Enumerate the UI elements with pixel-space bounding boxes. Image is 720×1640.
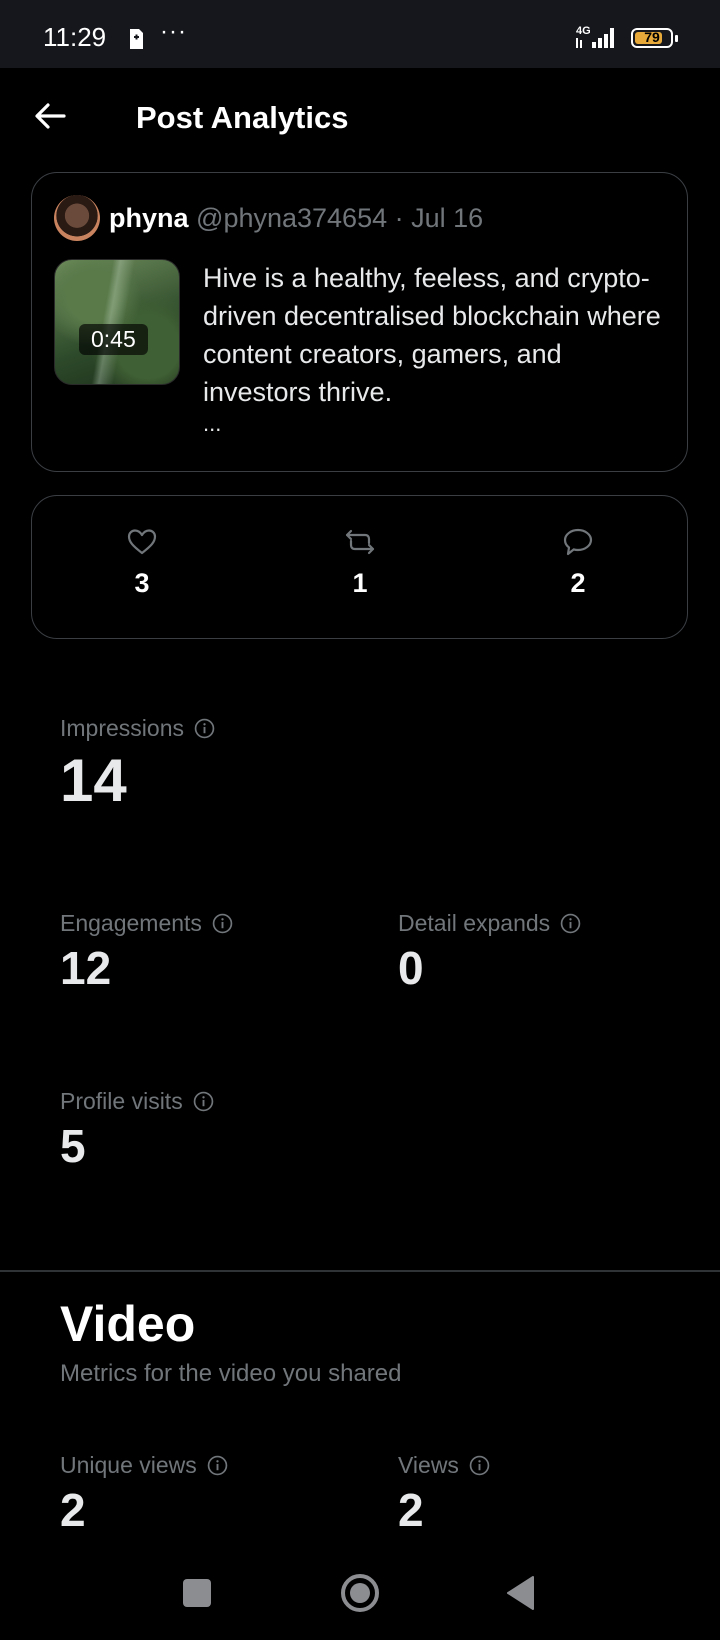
status-time: 11:29 xyxy=(43,22,107,52)
reply-bubble-icon xyxy=(563,528,593,556)
system-nav-bar xyxy=(0,1550,720,1640)
replies-stat: 2 xyxy=(538,526,618,599)
section-divider xyxy=(0,1270,720,1272)
unique-views-label: Unique views xyxy=(60,1452,197,1478)
video-thumbnail[interactable]: 0:45 xyxy=(54,259,180,385)
signal-icon: 4G xyxy=(576,25,614,48)
post-card[interactable]: phyna @phyna374654 · Jul 16 0:45 Hive is… xyxy=(31,172,688,472)
engagement-card: 3 1 2 xyxy=(31,495,688,639)
page-title: Post Analytics xyxy=(136,100,349,135)
post-date: Jul 16 xyxy=(411,203,484,233)
impressions-label: Impressions xyxy=(60,715,184,741)
impressions-value: 14 xyxy=(60,747,127,814)
engagements-label: Engagements xyxy=(60,910,202,936)
info-icon[interactable] xyxy=(469,1455,490,1476)
detail-expands-value: 0 xyxy=(398,942,424,994)
arrow-left-icon[interactable] xyxy=(30,96,70,136)
network-type: 4G xyxy=(576,25,591,37)
avatar[interactable] xyxy=(54,195,100,241)
status-bar: 11:29 ··· 4G 79 xyxy=(0,0,720,68)
sim-card-icon xyxy=(130,29,143,49)
reposts-stat: 1 xyxy=(320,526,400,599)
battery-level: 79 xyxy=(644,29,660,45)
impressions-metric: Impressions 14 xyxy=(60,715,215,815)
post-meta: phyna @phyna374654 · Jul 16 xyxy=(109,203,483,234)
likes-stat: 3 xyxy=(102,526,182,599)
views-metric: Views 2 xyxy=(398,1452,490,1537)
likes-count: 3 xyxy=(134,568,150,598)
engagements-metric: Engagements 12 xyxy=(60,910,233,995)
unique-views-metric: Unique views 2 xyxy=(60,1452,228,1537)
detail-expands-label: Detail expands xyxy=(398,910,551,936)
profile-visits-label-row: Profile visits xyxy=(60,1088,214,1115)
meta-separator: · xyxy=(394,203,404,233)
detail-expands-metric: Detail expands 0 xyxy=(398,910,581,995)
app-header: Post Analytics xyxy=(0,68,720,168)
repost-icon xyxy=(345,529,375,555)
battery-icon: 79 xyxy=(631,28,673,48)
impressions-label-row: Impressions xyxy=(60,715,215,742)
post-ellipsis: ... xyxy=(203,411,222,436)
status-overflow: ··· xyxy=(160,18,187,45)
engagements-value: 12 xyxy=(60,942,112,994)
replies-count: 2 xyxy=(570,568,586,598)
circle-icon[interactable] xyxy=(335,1568,385,1618)
unique-views-label-row: Unique views xyxy=(60,1452,228,1479)
author-handle: @phyna374654 xyxy=(196,203,388,233)
reposts-count: 1 xyxy=(352,568,368,598)
heart-icon xyxy=(127,529,157,555)
engagements-label-row: Engagements xyxy=(60,910,233,937)
video-section-title: Video xyxy=(60,1296,196,1352)
info-icon[interactable] xyxy=(193,1091,214,1112)
info-icon[interactable] xyxy=(560,913,581,934)
views-label: Views xyxy=(398,1452,459,1478)
info-icon[interactable] xyxy=(212,913,233,934)
video-duration: 0:45 xyxy=(79,324,148,355)
profile-visits-metric: Profile visits 5 xyxy=(60,1088,214,1173)
unique-views-value: 2 xyxy=(60,1484,86,1536)
info-icon[interactable] xyxy=(194,718,215,739)
views-value: 2 xyxy=(398,1484,424,1536)
post-text: Hive is a healthy, feeless, and crypto-d… xyxy=(203,263,661,407)
author-name[interactable]: phyna xyxy=(109,203,189,233)
profile-visits-label: Profile visits xyxy=(60,1088,183,1114)
views-label-row: Views xyxy=(398,1452,490,1479)
profile-visits-value: 5 xyxy=(60,1120,86,1172)
video-section-subtitle: Metrics for the video you shared xyxy=(60,1360,402,1387)
detail-expands-label-row: Detail expands xyxy=(398,910,581,937)
triangle-back-icon[interactable] xyxy=(497,1568,547,1618)
square-icon[interactable] xyxy=(172,1568,222,1618)
info-icon[interactable] xyxy=(207,1455,228,1476)
battery-tip xyxy=(675,35,678,42)
